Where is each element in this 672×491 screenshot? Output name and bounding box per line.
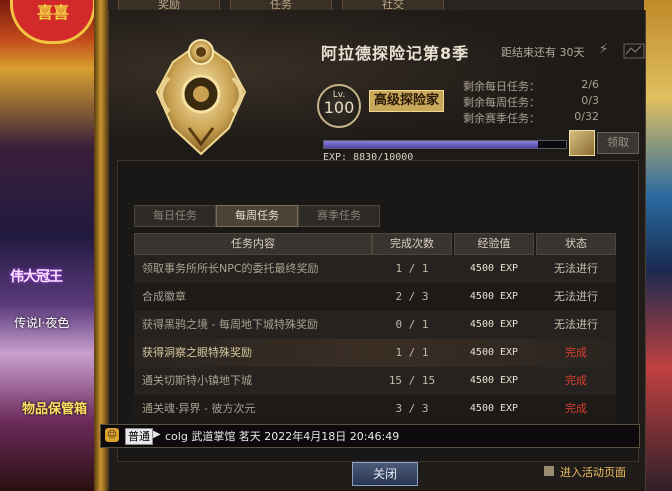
tab-weekly-tasks[interactable]: 每周任务 — [216, 205, 298, 227]
close-button[interactable]: 关闭 — [352, 462, 418, 486]
exp-progress-bar — [323, 140, 567, 149]
exp-reward: 4500 EXP — [469, 347, 519, 358]
completion-count: 3 / 3 — [395, 402, 429, 415]
exp-reward: 4500 EXP — [469, 403, 519, 414]
table-row[interactable]: 获得洞察之眼特殊奖励 1 / 1 4500 EXP 完成 — [134, 339, 616, 367]
table-header: 任务内容 完成次数 经验值 状态 — [134, 233, 616, 255]
stat-label: 剩余赛季任务： — [463, 112, 540, 125]
completion-count: 0 / 1 — [395, 318, 429, 331]
hero-title: 伟大冠王 — [10, 269, 63, 285]
completion-count: 15 / 15 — [388, 374, 436, 387]
task-name: 领取事务所所长NPC的委托最终奖励 — [142, 262, 319, 275]
reward-chest-icon[interactable] — [569, 130, 595, 156]
task-name: 通关魂·异界 - 彼方次元 — [142, 402, 256, 415]
exp-reward: 4500 EXP — [469, 263, 519, 274]
window-icon — [544, 466, 554, 476]
exp-reward: 4500 EXP — [469, 319, 519, 330]
exp-progress-fill — [324, 141, 538, 148]
tab-daily-tasks[interactable]: 每日任务 — [134, 205, 216, 227]
table-row[interactable]: 领取事务所所长NPC的委托最终奖励 1 / 1 4500 EXP 无法进行 — [134, 255, 616, 283]
season-title: 阿拉德探险记第8季 — [321, 44, 470, 63]
left-game-background — [0, 0, 108, 491]
rank-title-badge: 高级探险家 — [369, 90, 445, 112]
panel-frame-left — [94, 0, 108, 491]
stat-label: 剩余每周任务： — [463, 96, 540, 109]
task-status: 无法进行 — [554, 262, 598, 275]
season-remaining-row: 剩余赛季任务： 0/32 — [463, 110, 599, 126]
table-row[interactable]: 获得黑鸦之境 - 每周地下城特殊奖励 0 / 1 4500 EXP 无法进行 — [134, 311, 616, 339]
season-emblem-icon — [155, 39, 247, 156]
stat-value: 0/3 — [581, 94, 599, 107]
legend-tag[interactable]: 传说Ⅰ·夜色 — [14, 314, 69, 331]
task-name: 获得洞察之眼特殊奖励 — [142, 346, 252, 359]
task-status: 完成 — [565, 374, 587, 387]
completion-count: 1 / 1 — [395, 262, 429, 275]
stat-value: 2/6 — [581, 78, 599, 91]
chat-emoji-icon[interactable]: ☺ — [105, 428, 119, 442]
col-exp: 经验值 — [454, 233, 534, 255]
season-task-panel: 阿拉德探险记第8季 距结束还有 30天 ⚡ Lv. 100 高级探险家 剩余每日… — [108, 10, 646, 490]
completion-count: 2 / 3 — [395, 290, 429, 303]
task-status: 无法进行 — [554, 318, 598, 331]
task-status: 完成 — [565, 346, 587, 359]
col-status: 状态 — [536, 233, 616, 255]
table-row[interactable]: 通关魂·异界 - 彼方次元 3 / 3 4500 EXP 完成 — [134, 395, 616, 423]
stat-label: 剩余每日任务： — [463, 80, 540, 93]
right-game-background — [644, 0, 672, 491]
col-completion-count: 完成次数 — [372, 233, 452, 255]
level-value: 100 — [323, 98, 355, 117]
exp-reward: 4500 EXP — [469, 375, 519, 386]
season-header: 阿拉德探险记第8季 距结束还有 30天 ⚡ Lv. 100 高级探险家 剩余每日… — [109, 10, 645, 163]
chat-bar[interactable]: ☺ 普通 ▶ colg 武道掌馆 茗天 2022年4月18日 20:46:49 — [100, 424, 640, 448]
item-storage-label[interactable]: 物品保管箱 — [22, 398, 87, 417]
daily-remaining-row: 剩余每日任务： 2/6 — [463, 78, 599, 94]
season-countdown: 距结束还有 30天 — [501, 46, 585, 59]
claim-button[interactable]: 领取 — [597, 132, 639, 154]
task-status: 完成 — [565, 402, 587, 415]
exp-reward: 4500 EXP — [469, 291, 519, 302]
enter-event-page-link[interactable]: 进入活动页面 — [560, 464, 626, 480]
chat-channel-arrow-icon[interactable]: ▶ — [153, 429, 161, 440]
table-row[interactable]: 合成徽章 2 / 3 4500 EXP 无法进行 — [134, 283, 616, 311]
task-status: 无法进行 — [554, 290, 598, 303]
task-list-container: 每日任务 每周任务 赛季任务 任务内容 完成次数 经验值 状态 领取事务所所长N… — [117, 160, 639, 462]
weekly-remaining-row: 剩余每周任务： 0/3 — [463, 94, 599, 110]
task-name: 通关切斯特小镇地下城 — [142, 374, 252, 387]
table-row[interactable]: 通关切斯特小镇地下城 15 / 15 4500 EXP 完成 — [134, 367, 616, 395]
task-name: 合成徽章 — [142, 290, 186, 303]
chat-channel-button[interactable]: 普通 — [125, 428, 153, 445]
level-badge: Lv. 100 — [317, 84, 361, 128]
tab-season-tasks[interactable]: 赛季任务 — [298, 205, 380, 227]
lightning-icon: ⚡ — [599, 42, 609, 57]
stat-value: 0/32 — [574, 110, 599, 123]
task-name: 获得黑鸦之境 - 每周地下城特殊奖励 — [142, 318, 318, 331]
chat-message: colg 武道掌馆 茗天 2022年4月18日 20:46:49 — [165, 430, 400, 443]
map-decoration-icon — [623, 43, 645, 59]
completion-count: 1 / 1 — [395, 346, 429, 359]
col-task-content: 任务内容 — [134, 233, 372, 255]
